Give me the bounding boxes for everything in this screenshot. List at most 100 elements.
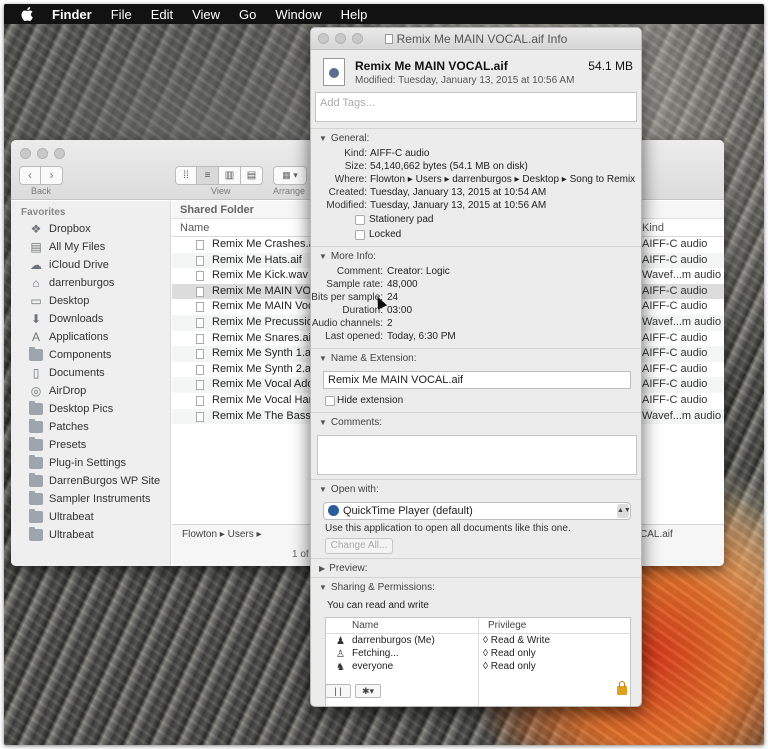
section-general: ▼ General: Kind: AIFF-C audio Size: 54,140,… <box>311 128 641 242</box>
audio-file-icon <box>196 333 204 344</box>
permission-privilege[interactable]: ◊ Read only <box>483 647 536 660</box>
info-header: Remix Me MAIN VOCAL.aif 54.1 MB Modified… <box>311 50 641 92</box>
action-gear-button[interactable]: ✱▾ <box>355 684 381 698</box>
file-name: Remix Me Vocal Harm <box>212 393 322 406</box>
file-kind: AIFF-C audio <box>642 253 708 266</box>
back-button[interactable]: ‹ <box>19 166 41 185</box>
sidebar-item-presets[interactable]: Presets <box>11 436 170 454</box>
change-all-button[interactable]: Change All... <box>325 538 393 554</box>
menu-edit[interactable]: Edit <box>151 7 173 22</box>
menu-go[interactable]: Go <box>239 7 256 22</box>
name-ext-disclosure[interactable]: ▼ Name & Extension: <box>311 351 641 367</box>
sidebar-item-applications[interactable]: A Applications <box>11 328 170 346</box>
locked-checkbox[interactable]: Locked <box>311 227 641 242</box>
add-remove-button[interactable]: | | <box>325 684 351 698</box>
folder-icon <box>29 419 43 433</box>
path-left[interactable]: Flowton ▸ Users ▸ <box>182 529 262 540</box>
audio-file-icon <box>196 349 204 360</box>
preview-disclosure[interactable]: ▶ Preview: <box>311 561 641 577</box>
menu-finder[interactable]: Finder <box>52 7 92 22</box>
audio-file-icon <box>196 317 204 328</box>
info-close-button[interactable] <box>318 33 329 44</box>
close-button[interactable] <box>20 148 31 159</box>
hide-extension-checkbox[interactable]: Hide extension <box>311 393 641 408</box>
plus-minus-icon: | | <box>334 686 342 696</box>
perm-col-privilege[interactable]: Privilege <box>488 618 526 634</box>
comments-disclosure[interactable]: ▼ Comments: <box>311 415 641 431</box>
file-name: Remix Me MAIN Vocal <box>212 300 323 313</box>
info-minimize-button[interactable] <box>335 33 346 44</box>
info-zoom-button[interactable] <box>352 33 363 44</box>
file-kind: AIFF-C audio <box>642 331 708 344</box>
permission-row[interactable]: ♞ everyone ◊ Read only <box>326 660 630 673</box>
section-comments: ▼ Comments: <box>311 412 641 475</box>
file-kind: AIFF-C audio <box>642 238 708 250</box>
dropbox-icon: ❖ <box>30 222 42 236</box>
sidebar-item-label: darrenburgos <box>49 277 115 289</box>
stationery-checkbox[interactable]: Stationery pad <box>311 212 641 227</box>
menu-view[interactable]: View <box>192 7 220 22</box>
sidebar-item-downloads[interactable]: ⬇ Downloads <box>11 310 170 328</box>
permission-row[interactable]: ♟ darrenburgos (Me) ◊ Read & Write <box>326 634 630 647</box>
list-view-button[interactable]: ≡ <box>197 166 219 185</box>
sidebar-item-dropbox[interactable]: ❖ Dropbox <box>11 220 170 238</box>
sidebar-item-desktop[interactable]: ▭ Desktop <box>11 292 170 310</box>
sidebar-item-label: Ultrabeat <box>49 529 94 541</box>
sidebar-item-sampler-instruments[interactable]: Sampler Instruments <box>11 490 170 508</box>
sidebar-item-label: Patches <box>49 421 89 433</box>
column-view-button[interactable]: ▥ <box>219 166 241 185</box>
column-kind[interactable]: Kind <box>642 219 664 237</box>
sidebar-item-documents[interactable]: ▯ Documents <box>11 364 170 382</box>
sidebar-item-ultrabeat[interactable]: Ultrabeat <box>11 526 170 544</box>
sidebar-item-ultrabeat[interactable]: Ultrabeat <box>11 508 170 526</box>
sharing-disclosure[interactable]: ▼ Sharing & Permissions: <box>311 580 641 596</box>
forward-button[interactable]: › <box>41 166 63 185</box>
sidebar-item-label: iCloud Drive <box>49 259 109 271</box>
permission-privilege[interactable]: ◊ Read & Write <box>483 634 550 647</box>
more-info-disclosure[interactable]: ▼ More Info: <box>311 249 641 265</box>
name-extension-field[interactable]: Remix Me MAIN VOCAL.aif <box>323 371 631 389</box>
perm-col-name[interactable]: Name <box>352 618 379 634</box>
back-label: Back <box>31 186 52 196</box>
everyone-icon: ♞ <box>336 662 345 673</box>
arrange-button[interactable]: ▦ ▾ <box>273 166 307 185</box>
permission-privilege[interactable]: ◊ Read only <box>483 660 536 673</box>
more-comment-row: Comment: Creator: Logic <box>336 266 450 277</box>
more-opened-row: Last opened: Today, 6:30 PM <box>325 331 456 342</box>
sidebar-item-plug-in-settings[interactable]: Plug-in Settings <box>11 454 170 472</box>
menu-help[interactable]: Help <box>341 7 368 22</box>
permission-row[interactable]: ♙ Fetching... ◊ Read only <box>326 647 630 660</box>
lock-icon[interactable] <box>617 681 627 695</box>
sidebar-item-label: Ultrabeat <box>49 511 94 523</box>
comments-field[interactable] <box>317 435 637 475</box>
sidebar-item-darrenburgos-wp-site[interactable]: DarrenBurgos WP Site <box>11 472 170 490</box>
tags-input[interactable]: Add Tags... <box>315 92 637 122</box>
sidebar-item-icloud-drive[interactable]: ☁ iCloud Drive <box>11 256 170 274</box>
apple-menu-icon[interactable] <box>18 7 36 21</box>
open-with-disclosure[interactable]: ▼ Open with: <box>311 482 641 498</box>
path-right[interactable]: CAL.aif <box>640 525 673 545</box>
menu-window[interactable]: Window <box>275 7 321 22</box>
info-window: Remix Me MAIN VOCAL.aif Info Remix Me MA… <box>310 27 642 707</box>
sidebar-item-patches[interactable]: Patches <box>11 418 170 436</box>
sidebar-item-label: All My Files <box>49 241 106 253</box>
tags-placeholder: Add Tags... <box>320 97 375 109</box>
disclosure-triangle-icon: ▼ <box>319 354 327 363</box>
cloud-icon: ☁ <box>30 258 42 272</box>
column-name[interactable]: Name <box>180 222 209 234</box>
open-with-select[interactable]: QuickTime Player (default) ▲▼ <box>323 502 631 520</box>
sidebar-item-airdrop[interactable]: ◎ AirDrop <box>11 382 170 400</box>
menu-file[interactable]: File <box>111 7 132 22</box>
minimize-button[interactable] <box>37 148 48 159</box>
cover-flow-button[interactable]: ▤ <box>241 166 263 185</box>
sidebar-item-desktop-pics[interactable]: Desktop Pics <box>11 400 170 418</box>
sidebar-item-all-my-files[interactable]: ▤ All My Files <box>11 238 170 256</box>
sidebar-item-darrenburgos[interactable]: ⌂ darrenburgos <box>11 274 170 292</box>
sidebar-item-components[interactable]: Components <box>11 346 170 364</box>
file-kind: AIFF-C audio <box>642 362 708 375</box>
zoom-button[interactable] <box>54 148 65 159</box>
sidebar-item-label: Dropbox <box>49 223 91 235</box>
general-disclosure[interactable]: ▼ General: <box>311 131 641 147</box>
icon-view-button[interactable]: ⁞⁞ <box>175 166 197 185</box>
file-name: Remix Me The Bass <box>212 409 311 422</box>
